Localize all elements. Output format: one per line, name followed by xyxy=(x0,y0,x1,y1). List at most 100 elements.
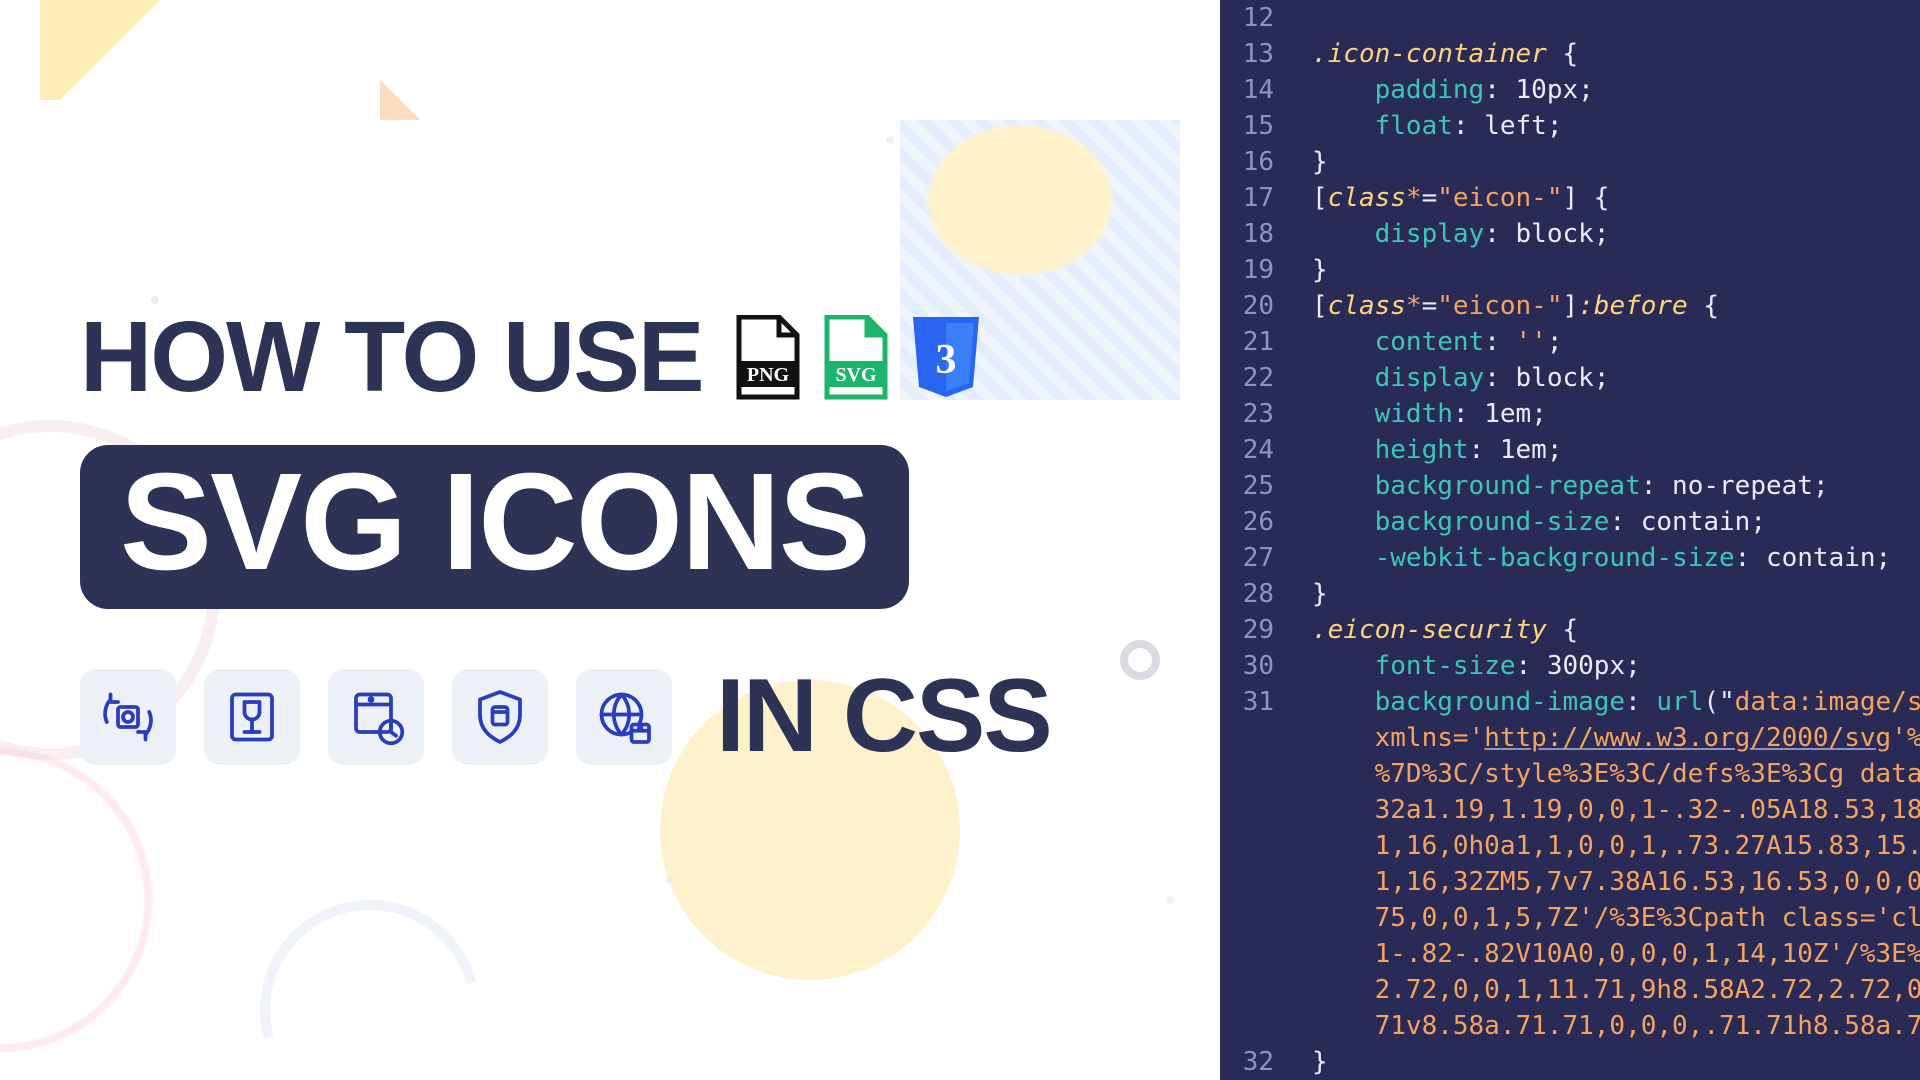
line-number: 16 xyxy=(1220,144,1292,180)
code-line[interactable]: 12 xyxy=(1220,0,1920,36)
hero-badge: SVG ICONS xyxy=(80,445,909,609)
line-number: 19 xyxy=(1220,252,1292,288)
code-line[interactable]: 24 height: 1em; xyxy=(1220,432,1920,468)
code-text[interactable]: display: block; xyxy=(1306,360,1920,396)
code-line[interactable]: 17 [class*="eicon-"] { xyxy=(1220,180,1920,216)
line-number: 26 xyxy=(1220,504,1292,540)
code-line[interactable]: 31 background-image: url("data:image/s xyxy=(1220,684,1920,720)
code-text[interactable]: -webkit-background-size: contain; xyxy=(1306,540,1920,576)
code-line[interactable]: 1-.82-.82V10A0,0,0,0,1,14,10Z'/%3E% xyxy=(1220,936,1920,972)
code-text[interactable]: display: block; xyxy=(1306,216,1920,252)
code-text[interactable]: float: left; xyxy=(1306,108,1920,144)
line-number: 30 xyxy=(1220,648,1292,684)
code-line[interactable]: 25 background-repeat: no-repeat; xyxy=(1220,468,1920,504)
code-line[interactable]: 15 float: left; xyxy=(1220,108,1920,144)
code-editor[interactable]: 12 13.icon-container {14 padding: 10px;1… xyxy=(1220,0,1920,1080)
code-text[interactable]: .icon-container { xyxy=(1306,36,1920,72)
line-number: 28 xyxy=(1220,576,1292,612)
code-text[interactable]: [class*="eicon-"] { xyxy=(1306,180,1920,216)
line-number: 22 xyxy=(1220,360,1292,396)
file-type-icons: PNG SVG 3 xyxy=(731,315,985,401)
code-text[interactable]: background-size: contain; xyxy=(1306,504,1920,540)
code-line[interactable]: 26 background-size: contain; xyxy=(1220,504,1920,540)
code-text[interactable]: } xyxy=(1306,144,1920,180)
code-text[interactable]: 75,0,0,1,5,7Z'/%3E%3Cpath class='cl xyxy=(1306,900,1920,936)
deco xyxy=(220,860,521,1080)
code-text[interactable]: 2.72,0,0,1,11.71,9h8.58A2.72,2.72,0 xyxy=(1306,972,1920,1008)
line-number: 27 xyxy=(1220,540,1292,576)
code-text[interactable]: background-image: url("data:image/s xyxy=(1306,684,1920,720)
line-number: 32 xyxy=(1220,1044,1292,1080)
hero-panel: HOW TO USE PNG SVG xyxy=(0,0,1220,1080)
code-text[interactable]: 1,16,0h0a1,1,0,0,1,.73.27A15.83,15. xyxy=(1306,828,1920,864)
code-text[interactable]: [class*="eicon-"]:before { xyxy=(1306,288,1920,324)
png-file-icon: PNG xyxy=(731,315,805,401)
line-number: 14 xyxy=(1220,72,1292,108)
css3-shield-icon: 3 xyxy=(907,315,985,401)
code-line[interactable]: 14 padding: 10px; xyxy=(1220,72,1920,108)
line-number: 20 xyxy=(1220,288,1292,324)
code-text[interactable]: 71v8.58a.71.71,0,0,0,.71.71h8.58a.7 xyxy=(1306,1008,1920,1044)
line-number: 29 xyxy=(1220,612,1292,648)
box-clock-icon xyxy=(328,669,424,765)
hero-line3: IN CSS xyxy=(716,657,1051,776)
code-line[interactable]: 29 .eicon-security { xyxy=(1220,612,1920,648)
code-line[interactable]: 23 width: 1em; xyxy=(1220,396,1920,432)
code-line[interactable]: 71v8.58a.71.71,0,0,0,.71.71h8.58a.7 xyxy=(1220,1008,1920,1044)
line-number: 18 xyxy=(1220,216,1292,252)
refresh-box-icon xyxy=(80,669,176,765)
code-text[interactable]: width: 1em; xyxy=(1306,396,1920,432)
fragile-box-icon xyxy=(204,669,300,765)
code-line[interactable]: 32} xyxy=(1220,1044,1920,1080)
example-icons xyxy=(80,669,672,765)
code-text[interactable]: %7D%3C/style%3E%3C/defs%3E%3Cg data xyxy=(1306,756,1920,792)
svg-text:3: 3 xyxy=(935,337,956,383)
code-line[interactable]: 16} xyxy=(1220,144,1920,180)
line-number: 17 xyxy=(1220,180,1292,216)
line-number: 15 xyxy=(1220,108,1292,144)
code-line[interactable]: 27 -webkit-background-size: contain; xyxy=(1220,540,1920,576)
code-text[interactable]: } xyxy=(1306,1044,1920,1080)
hero-line1: HOW TO USE xyxy=(80,300,703,415)
code-text[interactable]: content: ''; xyxy=(1306,324,1920,360)
svg-label: SVG xyxy=(835,364,877,386)
code-line[interactable]: %7D%3C/style%3E%3C/defs%3E%3Cg data xyxy=(1220,756,1920,792)
code-line[interactable]: 28} xyxy=(1220,576,1920,612)
code-text[interactable]: font-size: 300px; xyxy=(1306,648,1920,684)
code-text[interactable]: 32a1.19,1.19,0,0,1-.32-.05A18.53,18 xyxy=(1306,792,1920,828)
code-line[interactable]: 13 .icon-container { xyxy=(1220,36,1920,72)
code-text[interactable]: } xyxy=(1306,252,1920,288)
line-number: 25 xyxy=(1220,468,1292,504)
line-number: 24 xyxy=(1220,432,1292,468)
code-text[interactable]: padding: 10px; xyxy=(1306,72,1920,108)
code-line[interactable]: 75,0,0,1,5,7Z'/%3E%3Cpath class='cl xyxy=(1220,900,1920,936)
line-number: 13 xyxy=(1220,36,1292,72)
code-text[interactable]: } xyxy=(1306,576,1920,612)
line-number: 12 xyxy=(1220,0,1292,36)
png-label: PNG xyxy=(747,364,790,386)
code-line[interactable]: 22 display: block; xyxy=(1220,360,1920,396)
shield-box-icon xyxy=(452,669,548,765)
code-text[interactable]: .eicon-security { xyxy=(1306,612,1920,648)
code-text[interactable] xyxy=(1306,0,1920,36)
code-line[interactable]: 20 [class*="eicon-"]:before { xyxy=(1220,288,1920,324)
code-text[interactable]: background-repeat: no-repeat; xyxy=(1306,468,1920,504)
code-text[interactable]: height: 1em; xyxy=(1306,432,1920,468)
svg-file-icon: SVG xyxy=(819,315,893,401)
line-number: 31 xyxy=(1220,684,1292,720)
code-line[interactable]: 32a1.19,1.19,0,0,1-.32-.05A18.53,18 xyxy=(1220,792,1920,828)
code-line[interactable]: 19} xyxy=(1220,252,1920,288)
code-text[interactable]: xmlns='http://www.w3.org/2000/svg'% xyxy=(1306,720,1920,756)
line-number: 21 xyxy=(1220,324,1292,360)
code-line[interactable]: 1,16,32ZM5,7v7.38A16.53,16.53,0,0,0 xyxy=(1220,864,1920,900)
globe-box-icon xyxy=(576,669,672,765)
code-line[interactable]: xmlns='http://www.w3.org/2000/svg'% xyxy=(1220,720,1920,756)
code-text[interactable]: 1-.82-.82V10A0,0,0,0,1,14,10Z'/%3E% xyxy=(1306,936,1920,972)
code-line[interactable]: 2.72,0,0,1,11.71,9h8.58A2.72,2.72,0 xyxy=(1220,972,1920,1008)
line-number: 23 xyxy=(1220,396,1292,432)
code-line[interactable]: 21 content: ''; xyxy=(1220,324,1920,360)
code-line[interactable]: 1,16,0h0a1,1,0,0,1,.73.27A15.83,15. xyxy=(1220,828,1920,864)
code-text[interactable]: 1,16,32ZM5,7v7.38A16.53,16.53,0,0,0 xyxy=(1306,864,1920,900)
code-line[interactable]: 18 display: block; xyxy=(1220,216,1920,252)
code-line[interactable]: 30 font-size: 300px; xyxy=(1220,648,1920,684)
